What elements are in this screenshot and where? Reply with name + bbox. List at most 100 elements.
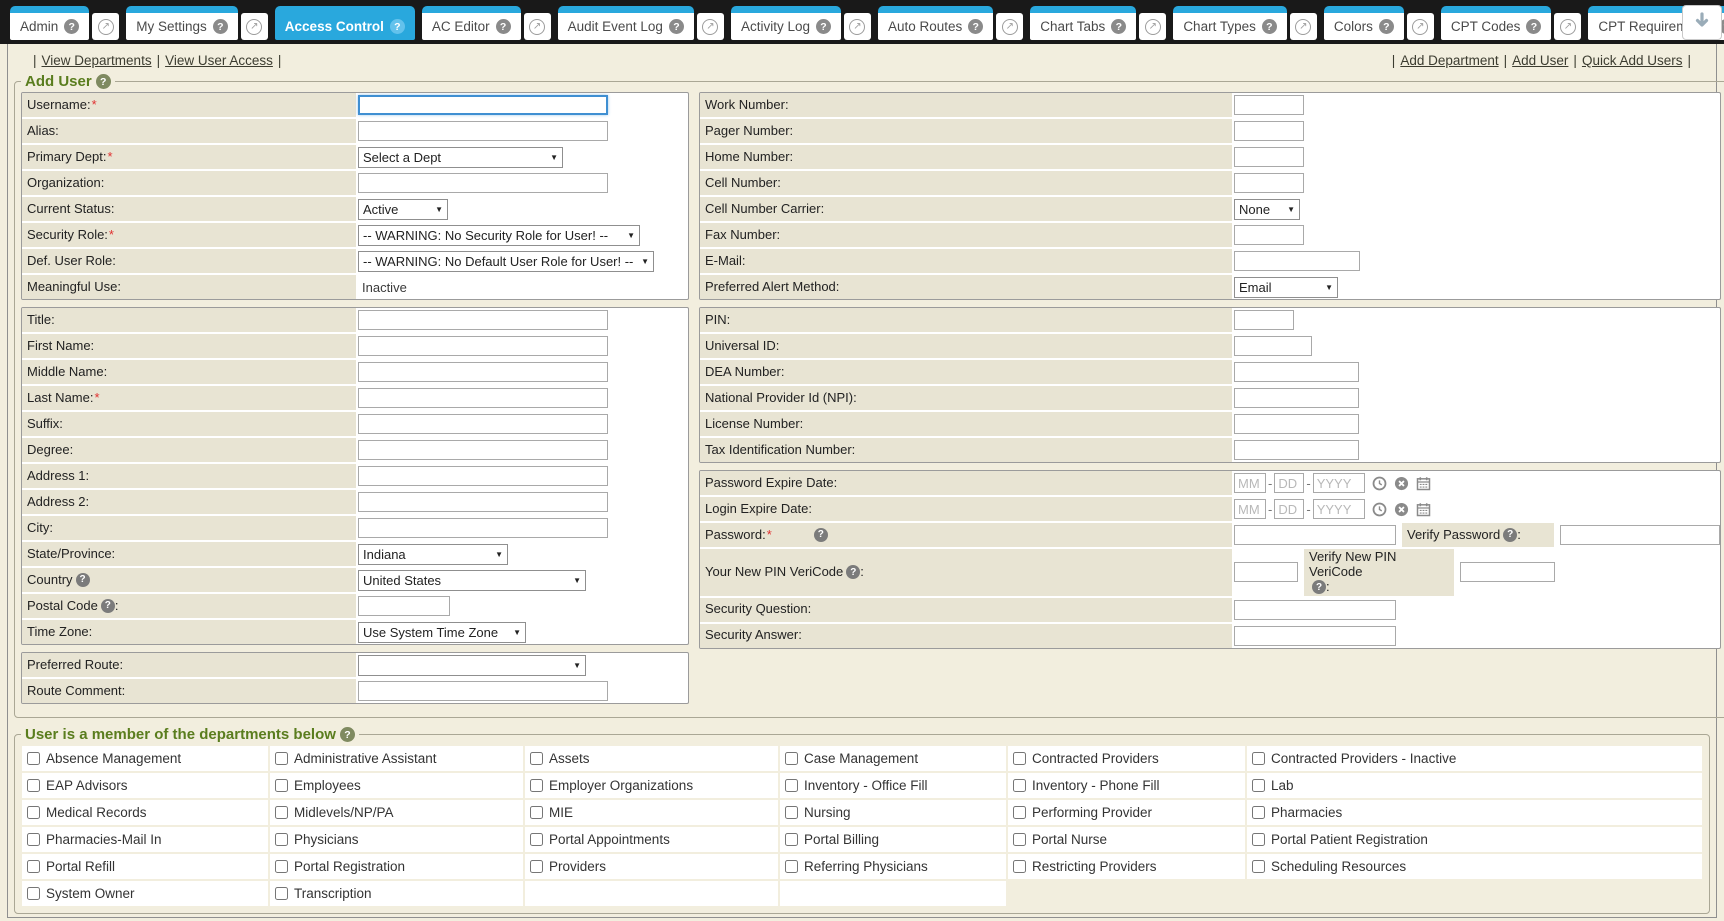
time-zone-select[interactable]: Use System Time Zone▼: [358, 622, 526, 643]
department-checkbox[interactable]: [27, 806, 40, 819]
username-input[interactable]: [358, 95, 608, 115]
tabs-scroll-down-button[interactable]: [1682, 5, 1722, 40]
help-icon[interactable]: ?: [64, 19, 79, 34]
department-checkbox-item[interactable]: Scheduling Resources: [1247, 854, 1702, 879]
dea-number-input[interactable]: [1234, 362, 1359, 382]
title-input[interactable]: [358, 310, 608, 330]
calendar-icon[interactable]: [1416, 502, 1431, 517]
tab-cpt-codes[interactable]: CPT Codes?: [1441, 6, 1552, 40]
department-checkbox-item[interactable]: Physicians: [270, 827, 523, 852]
license-number-input[interactable]: [1234, 414, 1359, 434]
link-quick-add-users[interactable]: Quick Add Users: [1582, 53, 1683, 68]
help-icon[interactable]: ?: [1111, 19, 1126, 34]
department-checkbox-item[interactable]: Performing Provider: [1008, 800, 1245, 825]
department-checkbox-item[interactable]: Transcription: [270, 881, 523, 906]
middle-name-input[interactable]: [358, 362, 608, 382]
def-user-role-select[interactable]: -- WARNING: No Default User Role for Use…: [358, 251, 654, 272]
department-checkbox[interactable]: [530, 860, 543, 873]
help-icon[interactable]: ?: [496, 19, 511, 34]
link-view-user-access[interactable]: View User Access: [165, 53, 273, 68]
help-icon[interactable]: ?: [968, 19, 983, 34]
department-checkbox[interactable]: [785, 806, 798, 819]
department-checkbox-item[interactable]: Pharmacies: [1247, 800, 1702, 825]
department-checkbox[interactable]: [27, 860, 40, 873]
preferred-route-select[interactable]: ▼: [358, 655, 586, 676]
tab-chart-tabs[interactable]: Chart Tabs?: [1030, 6, 1136, 40]
pager-number-input[interactable]: [1234, 121, 1304, 141]
e-mail-input[interactable]: [1234, 251, 1360, 271]
help-icon[interactable]: ?: [1262, 19, 1277, 34]
help-icon[interactable]: ?: [101, 599, 115, 613]
department-checkbox-item[interactable]: Employer Organizations: [525, 773, 778, 798]
help-icon[interactable]: ?: [340, 727, 355, 742]
address-1-input[interactable]: [358, 466, 608, 486]
first-name-input[interactable]: [358, 336, 608, 356]
department-checkbox[interactable]: [27, 752, 40, 765]
tab-external-link-button[interactable]: ↗: [697, 13, 724, 40]
department-checkbox-item[interactable]: Portal Refill: [22, 854, 268, 879]
link-add-user[interactable]: Add User: [1512, 53, 1568, 68]
department-checkbox-item[interactable]: Providers: [525, 854, 778, 879]
security-question-input[interactable]: [1234, 600, 1396, 620]
tab-access-control[interactable]: Access Control?: [275, 6, 415, 40]
help-icon[interactable]: ?: [213, 19, 228, 34]
time-picker-icon[interactable]: [1372, 502, 1387, 517]
tax-identification-number-input[interactable]: [1234, 440, 1359, 460]
department-checkbox-item[interactable]: Pharmacies-Mail In: [22, 827, 268, 852]
cell-number-carrier-select[interactable]: None▼: [1234, 199, 1300, 220]
tab-external-link-button[interactable]: ↗: [1290, 13, 1317, 40]
help-icon[interactable]: ?: [669, 19, 684, 34]
department-checkbox[interactable]: [785, 833, 798, 846]
state-province-select[interactable]: Indiana▼: [358, 544, 508, 565]
department-checkbox-item[interactable]: Administrative Assistant: [270, 746, 523, 771]
department-checkbox[interactable]: [1252, 833, 1265, 846]
help-icon[interactable]: ?: [1526, 19, 1541, 34]
department-checkbox-item[interactable]: Absence Management: [22, 746, 268, 771]
department-checkbox-item[interactable]: Inventory - Phone Fill: [1008, 773, 1245, 798]
calendar-icon[interactable]: [1416, 476, 1431, 491]
department-checkbox-item[interactable]: System Owner: [22, 881, 268, 906]
department-checkbox[interactable]: [1252, 806, 1265, 819]
department-checkbox[interactable]: [1013, 806, 1026, 819]
tab-external-link-button[interactable]: ↗: [92, 13, 119, 40]
country-select[interactable]: United States▼: [358, 570, 586, 591]
tab-activity-log[interactable]: Activity Log?: [731, 6, 841, 40]
department-checkbox[interactable]: [1252, 752, 1265, 765]
department-checkbox[interactable]: [275, 752, 288, 765]
department-checkbox-item[interactable]: Portal Billing: [780, 827, 1006, 852]
department-checkbox-item[interactable]: Restricting Providers: [1008, 854, 1245, 879]
department-checkbox-item[interactable]: Case Management: [780, 746, 1006, 771]
verify-password-input[interactable]: [1560, 525, 1720, 545]
department-checkbox[interactable]: [1013, 833, 1026, 846]
department-checkbox-item[interactable]: Portal Registration: [270, 854, 523, 879]
department-checkbox-item[interactable]: Contracted Providers: [1008, 746, 1245, 771]
clear-date-icon[interactable]: [1394, 502, 1409, 517]
help-icon[interactable]: ?: [816, 19, 831, 34]
tab-auto-routes[interactable]: Auto Routes?: [878, 6, 993, 40]
last-name-input[interactable]: [358, 388, 608, 408]
national-provider-id-npi-input[interactable]: [1234, 388, 1359, 408]
time-picker-icon[interactable]: [1372, 476, 1387, 491]
department-checkbox[interactable]: [275, 887, 288, 900]
department-checkbox[interactable]: [1013, 779, 1026, 792]
current-status-select[interactable]: Active▼: [358, 199, 448, 220]
department-checkbox-item[interactable]: MIE: [525, 800, 778, 825]
password-expire-date-yyyy-input[interactable]: [1313, 473, 1365, 493]
help-icon[interactable]: ?: [96, 74, 111, 89]
home-number-input[interactable]: [1234, 147, 1304, 167]
login-expire-date-yyyy-input[interactable]: [1313, 499, 1365, 519]
department-checkbox-item[interactable]: Nursing: [780, 800, 1006, 825]
help-icon[interactable]: ?: [846, 565, 860, 579]
alias-input[interactable]: [358, 121, 608, 141]
security-role-select[interactable]: -- WARNING: No Security Role for User! -…: [358, 225, 640, 246]
department-checkbox-item[interactable]: Portal Nurse: [1008, 827, 1245, 852]
department-checkbox[interactable]: [1252, 860, 1265, 873]
department-checkbox-item[interactable]: Assets: [525, 746, 778, 771]
verify-new-pin-vericode-input[interactable]: [1460, 562, 1555, 582]
work-number-input[interactable]: [1234, 95, 1304, 115]
clear-date-icon[interactable]: [1394, 476, 1409, 491]
department-checkbox[interactable]: [530, 779, 543, 792]
tab-external-link-button[interactable]: ↗: [524, 13, 551, 40]
pin-input[interactable]: [1234, 310, 1294, 330]
department-checkbox-item[interactable]: Portal Appointments: [525, 827, 778, 852]
